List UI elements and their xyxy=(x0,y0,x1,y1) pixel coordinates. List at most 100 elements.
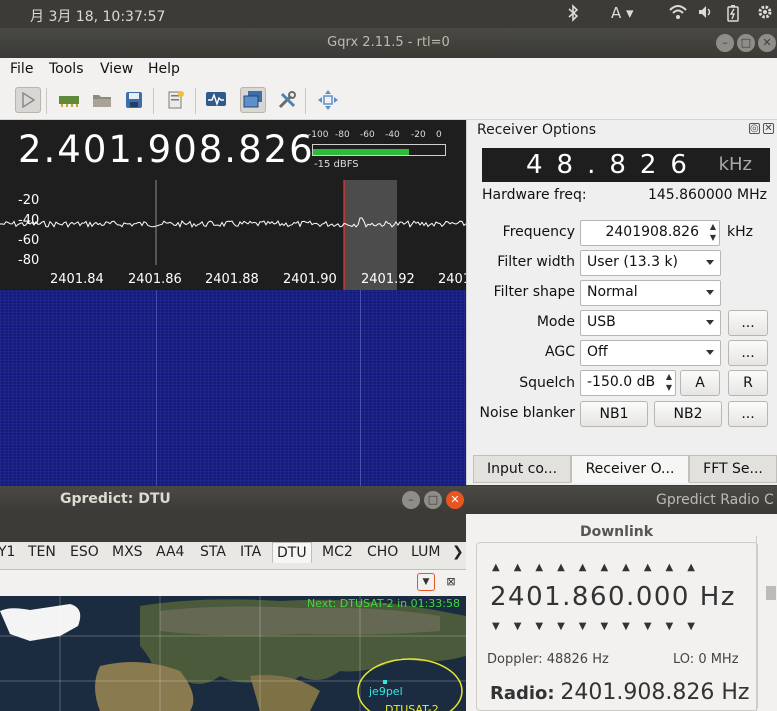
noise-blanker-label: Noise blanker xyxy=(479,405,576,421)
tab-module[interactable]: ITA xyxy=(240,544,261,560)
x-tick-label: 2401.90 xyxy=(283,272,337,287)
main-toolbar xyxy=(0,82,777,120)
tab-input-controls[interactable]: Input co... xyxy=(473,455,571,483)
radio-readout: Radio: 2401.908.826 Hz xyxy=(490,680,749,705)
maximize-button[interactable]: □ xyxy=(737,34,755,52)
gqrx-window-title: Gqrx 2.11.5 - rtl=0 xyxy=(327,35,450,50)
squelch-auto-button[interactable]: A xyxy=(680,370,720,396)
tab-module[interactable]: AA4 xyxy=(156,544,184,560)
spectrum-plot[interactable]: 2.401.908.826 -100 -80 -60 -40 -20 0 -15… xyxy=(0,120,466,290)
squelch-spinbox[interactable]: -150.0 dB ▲ ▼ xyxy=(580,370,676,396)
module-options-icon[interactable]: ▼ xyxy=(417,573,435,591)
x-tick-label: 2401.88 xyxy=(205,272,259,287)
frequency-display[interactable]: 2.401.908.826 xyxy=(18,128,315,171)
nb2-button[interactable]: NB2 xyxy=(654,401,722,427)
clock[interactable]: 月 3月 18, 10:37:57 xyxy=(30,6,165,26)
module-header: ▼ ⊠ xyxy=(0,570,466,596)
chevron-down-icon xyxy=(706,320,714,325)
filter-width-combo[interactable]: User (13.3 k) xyxy=(580,250,721,276)
signal-monitor-icon[interactable] xyxy=(203,87,229,113)
filter-offset-unit: kHz xyxy=(718,154,752,175)
bookmark-icon[interactable] xyxy=(163,87,189,113)
menu-tools[interactable]: Tools xyxy=(49,61,84,77)
folder-icon[interactable] xyxy=(89,87,115,113)
decrement-arrows[interactable]: ▼▼▼▼▼▼▼▼▼▼ xyxy=(492,621,709,632)
meter-scale-label: -40 xyxy=(385,130,400,140)
tab-module[interactable]: ESO xyxy=(70,544,99,560)
mode-combo[interactable]: USB xyxy=(580,310,721,336)
volume-icon[interactable] xyxy=(697,4,713,24)
tab-module[interactable]: MXS xyxy=(112,544,143,560)
world-map[interactable]: Next: DTUSAT-2 in 01:33:58 je9pel DTUSAT… xyxy=(0,596,466,711)
agc-options-button[interactable]: ... xyxy=(728,340,768,366)
maximize-button[interactable]: □ xyxy=(424,491,442,509)
signal-meter: -100 -80 -60 -40 -20 0 -15 dBFS xyxy=(308,130,448,180)
spectrum-graph[interactable]: -20 -40 -60 -80 2401.84 2401.86 2401.88 … xyxy=(0,180,466,290)
remote-control-icon[interactable] xyxy=(240,87,266,113)
waterfall-display[interactable] xyxy=(0,290,466,486)
save-icon[interactable] xyxy=(121,87,147,113)
tab-module[interactable]: TEN xyxy=(28,544,56,560)
meter-level-label: -15 dBFS xyxy=(314,159,359,170)
meter-scale-label: -20 xyxy=(411,130,426,140)
close-button[interactable]: ✕ xyxy=(446,491,464,509)
agc-combo[interactable]: Off xyxy=(580,340,721,366)
filter-shape-combo[interactable]: Normal xyxy=(580,280,721,306)
nb1-button[interactable]: NB1 xyxy=(580,401,648,427)
tab-module[interactable]: LUM xyxy=(411,544,440,560)
spinbox-arrows-icon[interactable]: ▲ ▼ xyxy=(710,221,716,243)
gear-icon[interactable] xyxy=(757,4,773,24)
radio-frequency: 2401.908.826 Hz xyxy=(560,680,750,705)
gpredict-titlebar[interactable]: Gpredict: DTU – □ ✕ xyxy=(0,486,466,514)
menu-help[interactable]: Help xyxy=(148,61,180,77)
squelch-reset-button[interactable]: R xyxy=(728,370,768,396)
uplink-frame-edge xyxy=(756,536,777,711)
y-tick-label: -40 xyxy=(18,213,39,228)
filter-shape-label: Filter shape xyxy=(493,284,575,300)
gqrx-titlebar[interactable]: Gqrx 2.11.5 - rtl=0 – □ ✕ xyxy=(0,28,777,58)
filter-offset-display[interactable]: 48.826 kHz xyxy=(482,148,770,182)
keyboard-layout-indicator[interactable]: A ▾ xyxy=(611,4,634,22)
close-icon[interactable]: ⊠ xyxy=(442,573,460,591)
wifi-icon[interactable] xyxy=(669,4,687,24)
receiver-options-panel: Receiver Options ◎ ✕ 48.826 kHz Hardware… xyxy=(466,120,777,485)
mode-options-button[interactable]: ... xyxy=(728,310,768,336)
minimize-button[interactable]: – xyxy=(716,34,734,52)
menu-bar: File Tools View Help xyxy=(0,58,777,82)
increment-arrows[interactable]: ▲▲▲▲▲▲▲▲▲▲ xyxy=(492,562,709,573)
full-screen-icon[interactable] xyxy=(315,87,341,113)
tab-module[interactable]: CHO xyxy=(367,544,398,560)
close-icon[interactable]: ✕ xyxy=(763,123,774,134)
close-button[interactable]: ✕ xyxy=(758,34,776,52)
tools-icon[interactable] xyxy=(274,87,300,113)
tab-module[interactable]: MC2 xyxy=(322,544,353,560)
downlink-frequency[interactable]: 2401.860.000 Hz xyxy=(490,582,736,612)
menu-file[interactable]: File xyxy=(10,61,33,77)
battery-icon[interactable] xyxy=(727,4,739,26)
float-icon[interactable]: ◎ xyxy=(748,123,760,134)
tab-fft-settings[interactable]: FFT Se... xyxy=(689,455,777,483)
minimize-button[interactable]: – xyxy=(402,491,420,509)
gpredict-window-title: Gpredict: DTU xyxy=(60,491,171,507)
radio-control-window: Gpredict Radio C Downlink ▲▲▲▲▲▲▲▲▲▲ 240… xyxy=(466,486,777,711)
hardware-freq-value: 145.860000 MHz xyxy=(647,187,767,203)
device-config-icon[interactable] xyxy=(56,87,82,113)
frequency-spinbox[interactable]: 2401908.826 ▲ ▼ xyxy=(580,220,720,246)
radio-control-titlebar[interactable]: Gpredict Radio C xyxy=(466,486,777,514)
tab-module-dtu[interactable]: DTU xyxy=(272,542,312,563)
hardware-freq-label: Hardware freq: xyxy=(482,187,587,203)
meter-scale-label: -80 xyxy=(335,130,350,140)
spinbox-arrows-icon[interactable]: ▲ ▼ xyxy=(666,371,672,393)
nb-options-button[interactable]: ... xyxy=(728,401,768,427)
system-top-bar: 月 3月 18, 10:37:57 A ▾ xyxy=(0,0,777,28)
tab-module[interactable]: STA xyxy=(200,544,226,560)
bluetooth-icon[interactable] xyxy=(566,4,580,26)
tab-module[interactable]: Y1 xyxy=(0,544,15,560)
play-icon[interactable] xyxy=(15,87,41,113)
menu-view[interactable]: View xyxy=(100,61,133,77)
chevron-right-icon[interactable]: ❯ xyxy=(452,544,464,560)
meter-scale-label: 0 xyxy=(436,130,442,140)
doppler-readout: Doppler: 48826 Hz xyxy=(487,652,609,667)
x-tick-label: 2401.84 xyxy=(50,272,104,287)
tab-receiver-options[interactable]: Receiver O... xyxy=(571,455,689,483)
